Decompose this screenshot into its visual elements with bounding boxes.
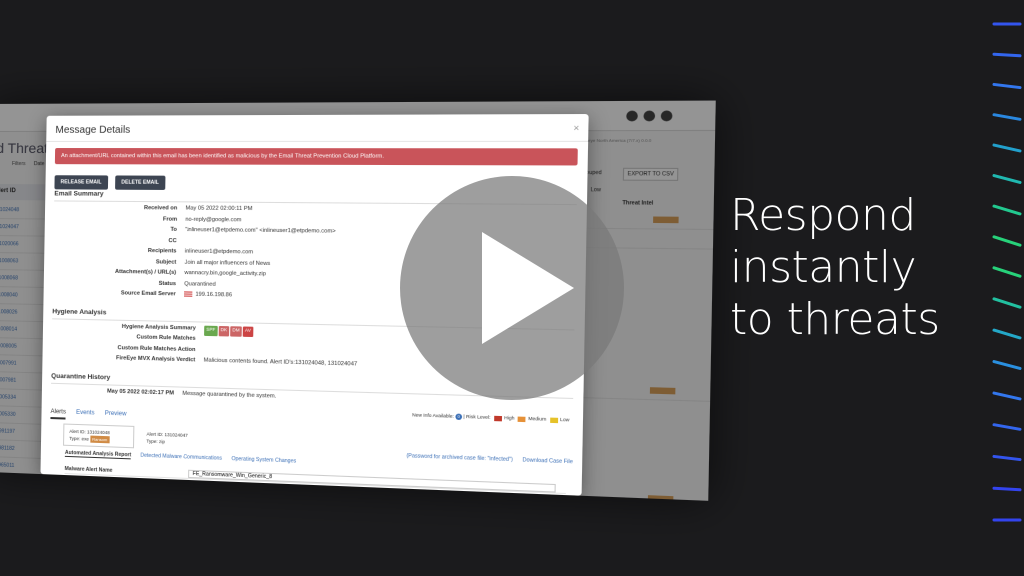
- decorative-dash: [992, 454, 1022, 462]
- headline: Respond instantly to threats: [730, 190, 990, 346]
- summary-value: 199.16.198.86: [195, 291, 233, 299]
- ransom-badge: Ransom: [90, 435, 110, 444]
- report-row-key: Malware Alert Name: [64, 465, 113, 474]
- password-note: (Password for archived case file: "infec…: [406, 452, 513, 464]
- decorative-dashes: [992, 22, 1022, 522]
- decorative-dash: [992, 204, 1022, 216]
- headline-line: instantly: [730, 242, 917, 293]
- decorative-dash: [992, 328, 1022, 340]
- decorative-dash: [992, 235, 1022, 247]
- info-icon: 0: [455, 413, 463, 421]
- hygiene-pill: DK: [218, 325, 230, 337]
- decorative-dash: [992, 143, 1022, 153]
- alert-id-link[interactable]: 130956913: [0, 490, 45, 501]
- summary-value: no-reply@google.com: [185, 216, 242, 223]
- modal-title: Message Details: [55, 124, 131, 136]
- alert-card[interactable]: Alert ID: 131024048 Type: exe Ransom: [63, 423, 135, 449]
- play-icon[interactable]: [482, 232, 574, 344]
- decorative-dash: [992, 486, 1022, 492]
- alert-id-link[interactable]: 130961010: [0, 473, 45, 494]
- delete-email-button[interactable]: DELETE EMAIL: [115, 175, 166, 190]
- decorative-dash: [992, 113, 1022, 121]
- decorative-dash: [992, 391, 1022, 401]
- high-swatch: [494, 415, 502, 421]
- hygiene-pill: SPF: [204, 325, 218, 337]
- close-icon[interactable]: ×: [573, 123, 579, 134]
- alert-card-type: Type: exe: [69, 435, 89, 442]
- headline-line: to threats: [730, 294, 940, 345]
- decorative-dash: [992, 82, 1022, 90]
- medium-swatch: [518, 416, 527, 422]
- decorative-dash: [992, 423, 1022, 431]
- decorative-dash: [992, 266, 1022, 278]
- decorative-dash: [992, 52, 1022, 58]
- us-flag-icon: [184, 291, 193, 297]
- decorative-dash: [992, 360, 1022, 370]
- summary-value: Quarantined: [184, 280, 216, 288]
- modal-header: Message Details ×: [46, 114, 589, 142]
- tab-preview[interactable]: Preview: [105, 411, 127, 422]
- tab-alerts[interactable]: Alerts: [50, 408, 67, 420]
- hygiene-pill: DM: [230, 325, 242, 337]
- sub-tab[interactable]: Detected Malware Communications: [140, 453, 222, 463]
- report-row-value: FE_Ransomware_Win_Generic_8: [188, 469, 557, 493]
- tab-events[interactable]: Events: [76, 410, 95, 421]
- malicious-alert-banner: An attachment/URL contained within this …: [54, 148, 578, 166]
- headline-line: Respond: [730, 190, 916, 241]
- high-label: High: [504, 415, 515, 421]
- medium-label: Medium: [528, 416, 547, 422]
- alert-card-type: Type: zip: [146, 438, 165, 445]
- download-case-file-link[interactable]: Download Case File: [522, 457, 573, 465]
- release-email-button[interactable]: RELEASE EMAIL: [54, 175, 108, 190]
- summary-value: "inlineuser1@etpdemo.com" <inlineuser1@e…: [185, 226, 336, 235]
- low-label: Low: [559, 417, 570, 423]
- alert-card[interactable]: Alert ID: 131024047 Type: zip: [140, 426, 213, 452]
- low-swatch: [549, 417, 558, 423]
- decorative-dash: [992, 174, 1022, 184]
- decorative-dash: [992, 297, 1022, 309]
- new-info-label: New Info Available:: [412, 412, 455, 419]
- summary-value: May 05 2022 02:00:11 PM: [185, 205, 253, 213]
- sub-tab[interactable]: Automated Analysis Report: [64, 449, 132, 460]
- sub-tab[interactable]: Operating System Changes: [231, 456, 296, 466]
- hygiene-pill: AV: [242, 325, 254, 338]
- report-row: Malware Alert Name FE_Ransomware_Win_Gen…: [64, 461, 566, 495]
- risk-level-label: | Risk Level:: [463, 413, 491, 421]
